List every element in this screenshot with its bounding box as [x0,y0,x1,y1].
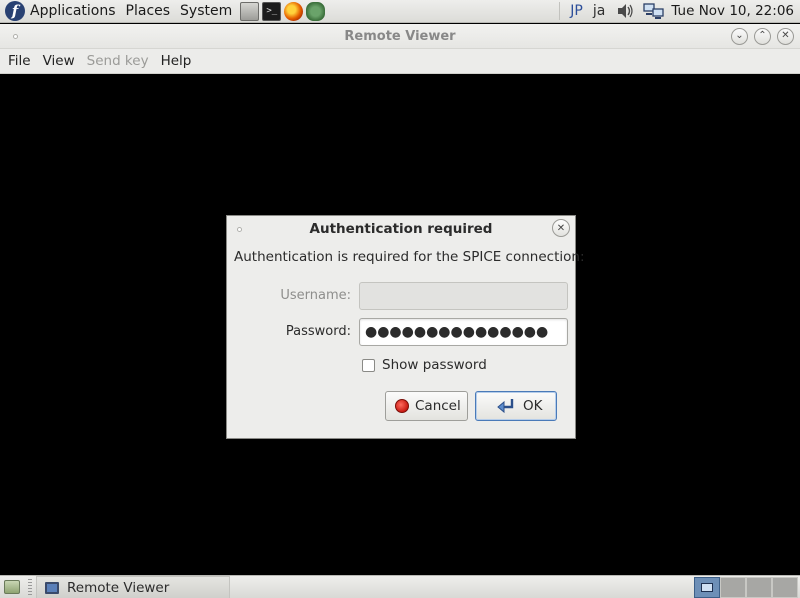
workspace-1[interactable] [694,577,720,598]
keyboard-layout-indicator[interactable]: JP [566,3,587,19]
window-thumbnail-icon [701,583,713,592]
dialog-title: Authentication required [309,221,493,237]
volume-icon[interactable] [615,2,635,20]
network-monitor-icon[interactable] [643,2,664,20]
username-field [359,282,568,310]
network-icon[interactable] [306,1,326,21]
file-manager-icon[interactable] [240,1,260,21]
chevron-up-icon: ⌃ [758,30,767,41]
minimize-button[interactable]: ⌄ [731,27,748,45]
menu-file[interactable]: File [2,53,37,69]
dialog-message: Authentication is required for the SPICE… [234,249,585,265]
window-menubar: File View Send key Help [0,49,800,74]
close-window-button[interactable]: ✕ [777,27,794,45]
workspace-2[interactable] [720,577,746,598]
show-password-label: Show password [382,357,487,373]
cancel-button[interactable]: Cancel [385,391,468,421]
menu-applications[interactable]: Applications [25,3,121,19]
menu-system[interactable]: System [175,3,237,19]
password-label: Password: [285,324,351,339]
ok-button[interactable]: OK [475,391,557,421]
dialog-titlebar[interactable]: Authentication required ✕ [227,216,575,242]
menu-places[interactable]: Places [121,3,176,19]
chevron-down-icon: ⌄ [735,30,744,41]
system-tray: JP ja Tue Nov 10, 22:06 [553,0,800,22]
menu-help[interactable]: Help [155,53,198,69]
fedora-logo-icon[interactable]: f [5,1,25,21]
firefox-icon[interactable] [284,1,304,21]
workspace-4[interactable] [772,577,798,598]
tray-separator [559,2,561,20]
taskbar-item-remote-viewer[interactable]: Remote Viewer [36,576,230,598]
cancel-button-label: Cancel [415,398,461,414]
show-desktop-icon[interactable] [4,580,20,594]
clock[interactable]: Tue Nov 10, 22:06 [667,3,800,19]
workspace-3[interactable] [746,577,772,598]
menu-send-key: Send key [86,53,149,69]
maximize-button[interactable]: ⌃ [754,27,771,45]
workspace-switcher [694,576,798,598]
password-field[interactable]: ●●●●●●●●●●●●●●● [359,318,568,346]
close-icon: ✕ [556,222,566,234]
menu-view[interactable]: View [37,53,81,69]
show-password-checkbox[interactable] [362,358,375,372]
ok-button-label: OK [523,398,543,414]
enter-arrow-icon [495,397,517,415]
authentication-dialog: Authentication required ✕ Authentication… [226,215,585,439]
terminal-icon[interactable]: >_ [262,1,282,21]
dialog-close-button[interactable]: ✕ [552,219,570,237]
monitor-icon [45,581,59,594]
show-password-toggle[interactable]: Show password [362,357,487,373]
panel-grip-handle[interactable] [28,579,32,595]
bottom-panel: Remote Viewer [0,575,800,598]
top-panel: f Applications Places System >_ JP ja Tu… [0,0,800,23]
window-titlebar[interactable]: Remote Viewer ⌄ ⌃ ✕ [0,24,800,49]
cancel-icon [395,399,409,413]
input-method-indicator[interactable]: ja [587,3,611,19]
password-mask: ●●●●●●●●●●●●●●● [365,324,549,340]
taskbar-item-label: Remote Viewer [67,579,170,596]
close-icon: ✕ [781,30,790,41]
window-title: Remote Viewer [344,28,456,44]
username-label: Username: [280,288,351,303]
